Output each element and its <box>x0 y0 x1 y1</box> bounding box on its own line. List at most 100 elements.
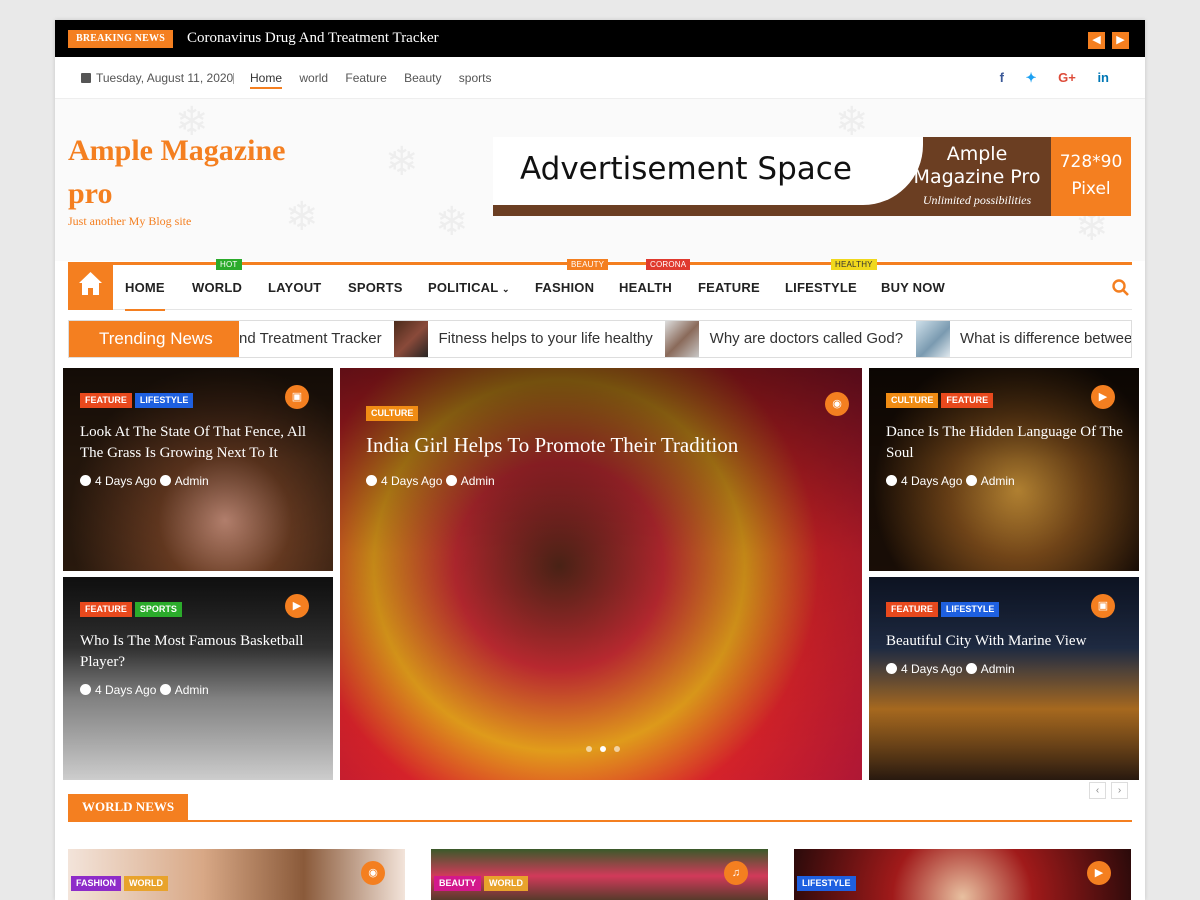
trending-item[interactable]: Fitness helps to your life healthy <box>438 321 652 357</box>
nav-home[interactable]: HOME <box>125 280 165 311</box>
nav-feature[interactable]: FEATURE <box>698 280 760 295</box>
slider-dot[interactable] <box>614 746 620 752</box>
post-tags: BEAUTY WORLD <box>434 873 531 891</box>
ad-brand: Ample Magazine Pro <box>913 143 1041 188</box>
facebook-icon[interactable]: f <box>1000 70 1004 85</box>
tag-sports[interactable]: SPORTS <box>134 602 182 617</box>
camera-icon: ◉ <box>825 392 849 416</box>
post-date: 4 Days Ago <box>901 474 963 488</box>
nav-political[interactable]: POLITICAL ⌄ <box>428 280 510 295</box>
section-title[interactable]: WORLD NEWS <box>68 794 189 820</box>
post-title[interactable]: Look At The State Of That Fence, All The… <box>80 422 325 464</box>
nav-fashion-label: FASHION <box>535 280 595 295</box>
trending-thumbnail[interactable] <box>665 321 700 357</box>
post-tags: CULTURE FEATURE <box>886 390 996 408</box>
top-nav-sports[interactable]: sports <box>459 71 492 85</box>
top-nav-home[interactable]: Home <box>250 71 283 89</box>
user-icon <box>965 475 977 486</box>
tag-fashion[interactable]: FASHION <box>71 876 122 891</box>
nav-fashion[interactable]: FASHION BEAUTY <box>535 259 609 295</box>
featured-post-card[interactable]: FEATURE LIFESTYLE ▣ Beautiful City With M… <box>869 577 1139 780</box>
post-author[interactable]: Admin <box>981 474 1015 488</box>
user-icon <box>159 475 171 486</box>
post-meta: 4 Days Ago Admin <box>886 662 1015 676</box>
tag-beauty[interactable]: BEAUTY <box>434 876 482 891</box>
slider-dot[interactable] <box>586 746 592 752</box>
trending-items: nd Treatment Tracker Fitness helps to yo… <box>239 321 1131 357</box>
tag-feature[interactable]: FEATURE <box>80 393 132 408</box>
corona-badge: CORONA <box>646 259 691 270</box>
user-icon <box>445 475 457 486</box>
post-title[interactable]: India Girl Helps To Promote Their Tradit… <box>366 435 846 456</box>
divider <box>233 73 234 84</box>
tag-lifestyle[interactable]: LIFESTYLE <box>134 393 194 408</box>
tag-lifestyle[interactable]: LIFESTYLE <box>797 876 856 891</box>
slider-dot[interactable] <box>600 746 606 752</box>
snowflake-decoration-icon: ❄ <box>435 200 469 244</box>
tag-feature[interactable]: FEATURE <box>886 602 938 617</box>
nav-health-label: HEALTH <box>619 280 672 295</box>
site-header: ❄ ❄ ❄ ❄ ❄ ❄ Ample Magazine pro Just anot… <box>55 99 1145 261</box>
home-icon[interactable] <box>68 262 113 310</box>
post-title[interactable]: Dance Is The Hidden Language Of The Soul <box>886 422 1131 464</box>
featured-post-card[interactable]: FEATURE SPORTS ▶ Who Is The Most Famous B… <box>63 577 333 780</box>
image-icon: ▣ <box>285 385 309 409</box>
featured-post-card[interactable]: FEATURE LIFESTYLE ▣ Look At The State Of … <box>63 368 333 571</box>
post-author[interactable]: Admin <box>175 474 209 488</box>
tag-culture[interactable]: CULTURE <box>366 406 419 421</box>
trending-item[interactable]: Why are doctors called God? <box>710 321 903 357</box>
search-icon[interactable] <box>1112 279 1130 302</box>
site-title[interactable]: Ample Magazine pro <box>68 129 328 215</box>
post-tags: CULTURE <box>366 403 421 421</box>
tag-world[interactable]: WORLD <box>124 876 169 891</box>
nav-lifestyle[interactable]: LIFESTYLE HEALTHY <box>785 259 877 295</box>
top-nav-feature[interactable]: Feature <box>345 71 386 85</box>
post-title[interactable]: Who Is The Most Famous Basketball Player… <box>80 631 325 673</box>
post-author[interactable]: Admin <box>175 683 209 697</box>
tag-world[interactable]: WORLD <box>484 876 529 891</box>
trending-item[interactable]: nd Treatment Tracker <box>239 321 382 357</box>
top-nav-world[interactable]: world <box>299 71 328 85</box>
top-nav-beauty[interactable]: Beauty <box>404 71 441 85</box>
world-news-card[interactable]: LIFESTYLE ▶ <box>794 849 1131 900</box>
tag-culture[interactable]: CULTURE <box>886 393 939 408</box>
google-plus-icon[interactable]: G+ <box>1058 70 1076 85</box>
user-icon <box>965 663 977 674</box>
trending-thumbnail[interactable] <box>915 321 950 357</box>
tag-feature[interactable]: FEATURE <box>80 602 132 617</box>
trending-item[interactable]: What is difference between ope <box>960 321 1131 357</box>
clock-icon <box>366 475 377 486</box>
hot-badge: HOT <box>216 259 242 270</box>
breaking-news-bar: BREAKING NEWS Coronavirus Drug And Treat… <box>55 20 1145 57</box>
world-news-card[interactable]: BEAUTY WORLD ♫ <box>431 849 768 900</box>
post-author[interactable]: Admin <box>981 662 1015 676</box>
post-author[interactable]: Admin <box>461 474 495 488</box>
nav-sports[interactable]: SPORTS <box>348 280 403 295</box>
tag-lifestyle[interactable]: LIFESTYLE <box>940 602 1000 617</box>
site-tagline: Just another My Blog site <box>68 214 192 228</box>
advertisement-banner[interactable]: Advertisement Space Ample Magazine Pro U… <box>493 137 1131 216</box>
world-news-section-header: WORLD NEWS <box>68 794 1132 822</box>
nav-buy-now[interactable]: BUY NOW <box>881 280 945 295</box>
nav-world[interactable]: WORLD HOT <box>192 259 242 295</box>
clock-icon <box>80 684 91 695</box>
post-tags: FASHION WORLD <box>71 873 171 891</box>
trending-news-label: Trending News <box>69 321 239 357</box>
linkedin-icon[interactable]: in <box>1097 70 1109 85</box>
chevron-left-icon[interactable]: ◀ <box>1088 32 1105 49</box>
chevron-right-icon[interactable]: ▶ <box>1112 32 1129 49</box>
nav-layout[interactable]: LAYOUT <box>268 280 321 295</box>
ad-slogan: Unlimited possibilities <box>922 193 1032 207</box>
breaking-news-title[interactable]: Coronavirus Drug And Treatment Tracker <box>187 30 439 47</box>
trending-thumbnail[interactable] <box>394 321 429 357</box>
nav-health[interactable]: HEALTH CORONA <box>619 259 691 295</box>
twitter-icon[interactable]: ✦ <box>1026 70 1037 85</box>
image-icon: ▣ <box>1091 594 1115 618</box>
world-news-card[interactable]: FASHION WORLD ◉ <box>68 849 405 900</box>
main-slider[interactable]: CULTURE ◉ India Girl Helps To Promote Th… <box>340 368 862 780</box>
ad-size-box: 728*90 Pixel <box>1051 137 1131 216</box>
featured-post-card[interactable]: CULTURE FEATURE ▶ Dance Is The Hidden Lan… <box>869 368 1139 571</box>
post-tags: FEATURE SPORTS <box>80 599 185 617</box>
post-title[interactable]: Beautiful City With Marine View <box>886 631 1131 652</box>
tag-feature[interactable]: FEATURE <box>941 393 994 408</box>
